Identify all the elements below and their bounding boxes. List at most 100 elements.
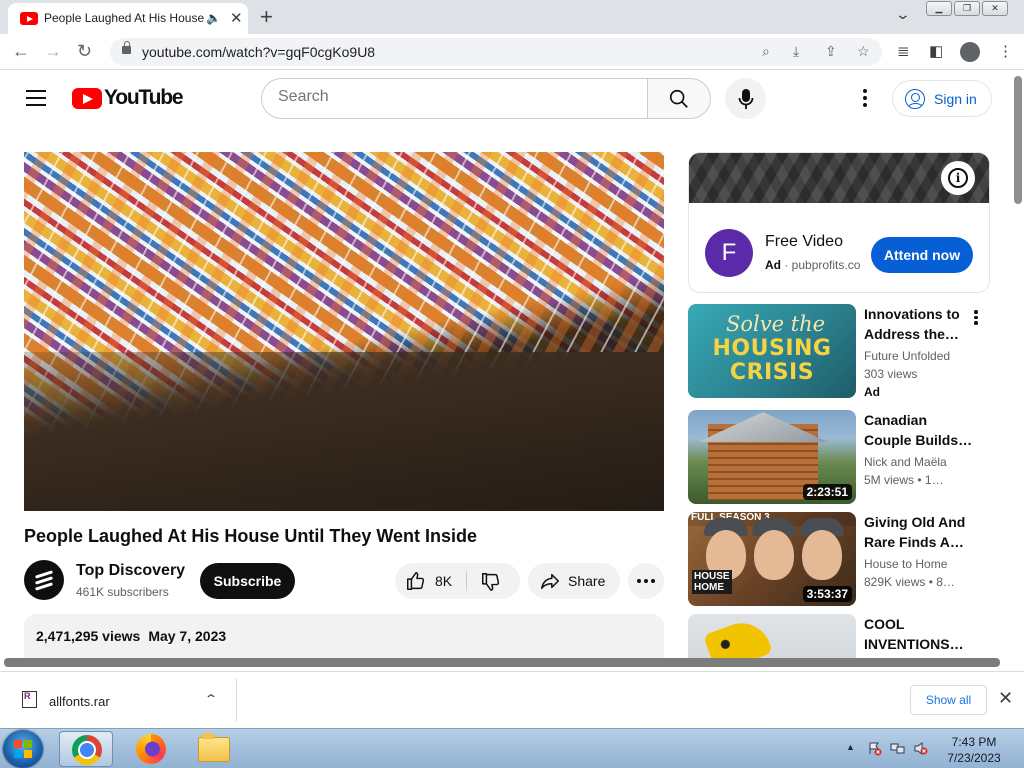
search-button[interactable] <box>647 78 711 119</box>
recommendation-item[interactable]: 2:23:51 Canadian Couple Builds… Nick and… <box>688 410 990 504</box>
recommendation-channel[interactable]: Future Unfolded <box>864 349 950 363</box>
recommendation-title[interactable]: Canadian Couple Builds… <box>864 410 974 450</box>
forward-arrow-icon[interactable]: → <box>44 41 62 62</box>
zoom-search-icon[interactable]: ⌕ <box>762 43 770 60</box>
taskbar-file-explorer[interactable] <box>186 731 240 767</box>
ad-card[interactable]: i F Free Video Ad · pubprofits.com Atten… <box>688 152 990 293</box>
show-hidden-icons-icon[interactable]: ▲ <box>846 742 855 752</box>
action-center-flag-icon[interactable] <box>867 741 882 756</box>
info-icon: i <box>948 168 968 188</box>
chevron-up-icon[interactable]: ⌃ <box>204 692 218 706</box>
search-box <box>261 78 648 119</box>
recommendation-title[interactable]: COOL INVENTIONS… <box>864 614 974 654</box>
bookmark-star-icon[interactable]: ☆ <box>857 43 870 60</box>
tab-search-chevron-icon[interactable]: ⌄ <box>895 6 911 23</box>
like-dislike-group: 8K <box>395 563 520 599</box>
tab-close-icon[interactable]: ✕ <box>230 9 243 27</box>
like-count[interactable]: 8K <box>435 573 452 589</box>
subscribe-button[interactable]: Subscribe <box>200 563 295 599</box>
url-text[interactable]: youtube.com/watch?v=gqF0cgKo9U8 <box>142 44 375 60</box>
channel-name[interactable]: Top Discovery <box>76 562 185 580</box>
close-downloads-icon[interactable]: ✕ <box>998 688 1013 709</box>
browser-toolbar: ← → ↻ youtube.com/watch?v=gqF0cgKo9U8 ⌕ … <box>0 34 1024 70</box>
minimize-button[interactable]: ▁ <box>926 1 952 16</box>
ad-title[interactable]: Free Video <box>765 233 843 251</box>
taskbar-firefox[interactable] <box>124 731 178 767</box>
like-divider <box>466 571 467 591</box>
new-tab-button[interactable]: + <box>260 4 273 30</box>
recommendation-title[interactable]: Giving Old And Rare Finds A… <box>864 512 974 552</box>
lock-icon[interactable] <box>122 41 131 54</box>
search-icon <box>669 89 688 108</box>
attend-now-button[interactable]: Attend now <box>871 237 973 273</box>
share-page-icon[interactable]: ⇪ <box>825 43 837 60</box>
recommendation-views: 303 views <box>864 367 918 381</box>
recommendation-channel[interactable]: House to Home <box>864 557 947 571</box>
video-thumbnail[interactable]: 2:23:51 <box>688 410 856 504</box>
reading-list-icon[interactable]: ≣ <box>897 42 910 60</box>
show-all-downloads-button[interactable]: Show all <box>910 685 987 715</box>
chrome-icon <box>72 735 102 765</box>
thumb-caption: HOUSING <box>712 336 832 361</box>
ad-advertiser-avatar[interactable]: F <box>705 229 753 277</box>
youtube-logo-text[interactable]: YouTube <box>104 86 184 110</box>
view-count: 829K views <box>864 575 926 589</box>
windows-start-button[interactable] <box>3 730 43 768</box>
recommendation-item[interactable]: FULL SEASON 3 HOUSEHOME 3:53:37 Giving O… <box>688 512 990 606</box>
thumbs-down-icon[interactable] <box>480 571 502 593</box>
rar-file-icon[interactable] <box>22 691 37 708</box>
recommendation-title[interactable]: Innovations to Address the… <box>864 304 974 344</box>
recommendation-channel[interactable]: Nick and Maëla <box>864 455 947 469</box>
reload-icon[interactable]: ↻ <box>77 41 92 62</box>
microphone-icon <box>738 88 753 109</box>
youtube-logo-icon[interactable] <box>72 88 102 109</box>
network-icon[interactable] <box>890 741 905 756</box>
search-input[interactable] <box>278 88 638 106</box>
video-player[interactable] <box>24 152 664 511</box>
settings-more-icon[interactable] <box>855 86 875 110</box>
back-arrow-icon[interactable]: ← <box>12 41 30 62</box>
sign-in-button[interactable]: Sign in <box>892 80 992 117</box>
browser-tab-active[interactable]: People Laughed At His House Until They W… <box>8 3 248 34</box>
voice-search-button[interactable] <box>725 78 766 119</box>
description-box[interactable]: 2,471,295 views May 7, 2023 <box>24 614 664 659</box>
upload-age: • 1… <box>917 473 944 487</box>
downloads-bar: allfonts.rar ⌃ Show all ✕ <box>0 671 1024 728</box>
side-panel-icon[interactable]: ◧ <box>929 42 943 60</box>
channel-avatar[interactable] <box>24 560 64 600</box>
channel-subscriber-count: 461K subscribers <box>76 585 169 599</box>
volume-muted-icon[interactable] <box>913 741 928 756</box>
taskbar-chrome[interactable] <box>59 731 113 767</box>
upload-date: May 7, 2023 <box>148 628 227 644</box>
horizontal-scrollbar[interactable] <box>4 658 1000 667</box>
address-bar[interactable]: youtube.com/watch?v=gqF0cgKo9U8 ⌕ ⤓ ⇪ ☆ <box>110 38 882 66</box>
video-thumbnail[interactable] <box>688 614 856 658</box>
ad-info-button[interactable]: i <box>941 161 975 195</box>
clock-date: 7/23/2023 <box>947 751 1001 765</box>
video-duration: 3:53:37 <box>802 586 852 602</box>
recommendation-item[interactable]: Solve the HOUSING CRISIS Innovations to … <box>688 304 990 399</box>
close-window-button[interactable]: ✕ <box>982 1 1008 16</box>
install-app-icon[interactable]: ⤓ <box>793 43 799 60</box>
recommendation-item[interactable]: COOL INVENTIONS… <box>688 614 990 658</box>
divider <box>236 678 237 722</box>
download-file-name[interactable]: allfonts.rar <box>49 694 110 709</box>
more-actions-button[interactable] <box>628 563 664 599</box>
ad-subline: Ad · pubprofits.com <box>765 258 861 272</box>
page-scrollbar-thumb[interactable] <box>1014 76 1022 204</box>
video-thumbnail[interactable]: Solve the HOUSING CRISIS <box>688 304 856 398</box>
system-clock[interactable]: 7:43 PM 7/23/2023 <box>944 734 1004 766</box>
profile-avatar-icon[interactable] <box>960 42 980 62</box>
recommendation-views: 5M views • 1… <box>864 473 944 487</box>
share-button[interactable]: Share <box>528 563 620 599</box>
guide-menu-icon[interactable] <box>26 90 46 106</box>
windows-taskbar: ▲ 7:43 PM 7/23/2023 <box>0 728 1024 768</box>
recommendation-more-icon[interactable] <box>972 308 980 328</box>
speaker-icon[interactable]: 🔈 <box>206 11 221 25</box>
restore-button[interactable]: ❐ <box>954 1 980 16</box>
chrome-menu-icon[interactable]: ⋮ <box>998 42 1013 60</box>
video-thumbnail[interactable]: FULL SEASON 3 HOUSEHOME 3:53:37 <box>688 512 856 606</box>
firefox-icon <box>136 734 166 764</box>
thumbs-up-icon[interactable] <box>405 570 427 592</box>
window-controls: ▁ ❐ ✕ <box>926 1 1008 16</box>
